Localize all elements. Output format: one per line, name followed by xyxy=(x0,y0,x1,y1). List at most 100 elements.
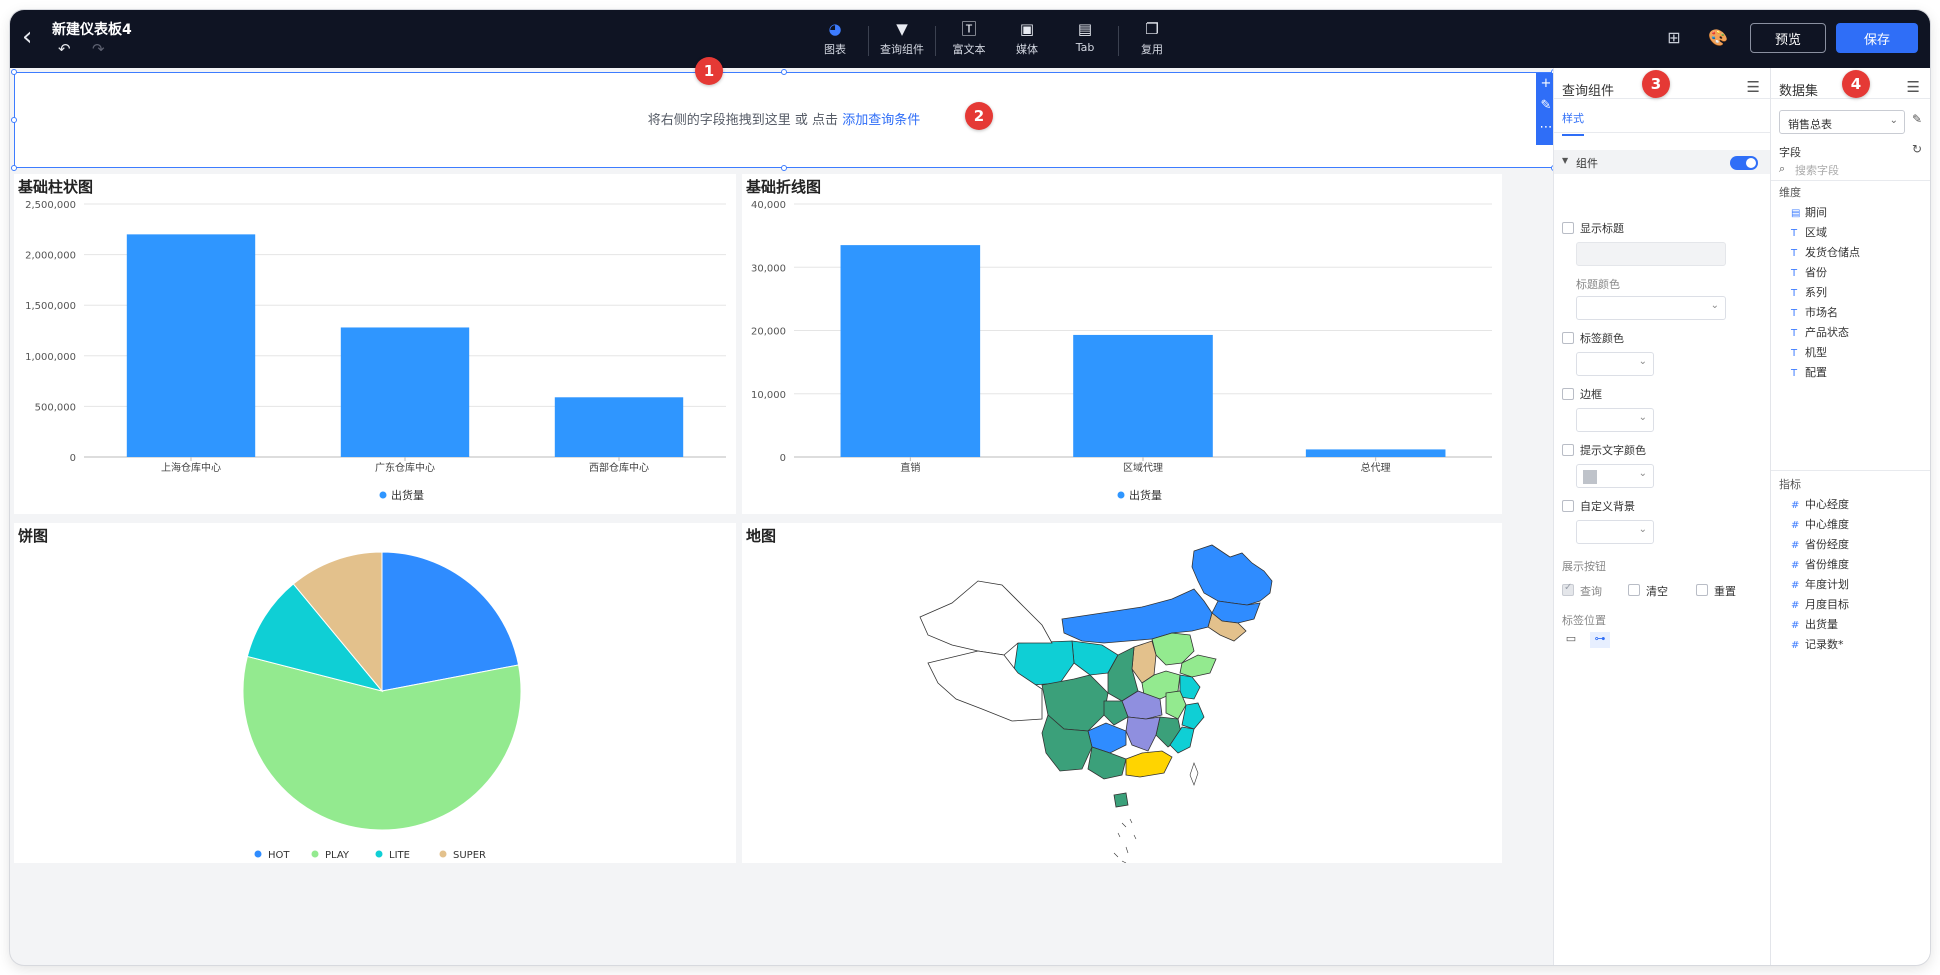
resize-handle[interactable] xyxy=(11,117,17,123)
border-checkbox[interactable] xyxy=(1562,388,1574,400)
dimension-field[interactable]: T 区域 xyxy=(1791,224,1827,240)
dimension-field[interactable]: T 配置 xyxy=(1791,364,1827,380)
layout-icon[interactable]: ⊞ xyxy=(1662,26,1686,50)
show-title-label: 显示标题 xyxy=(1580,222,1624,235)
dimension-field[interactable]: T 市场名 xyxy=(1791,304,1838,320)
bar-chart-card[interactable]: 基础柱状图 0 500,000 1,000,000 1,500,000 2,000,00… xyxy=(14,174,736,514)
measure-field[interactable]: # 中心维度 xyxy=(1791,516,1849,532)
dimension-label: 维度 xyxy=(1779,186,1801,199)
y-tick-label: 0 xyxy=(70,453,76,464)
collapse-icon[interactable]: ▼ xyxy=(1562,156,1568,165)
search-icon: ⌕ xyxy=(1779,162,1786,175)
x-tick-label: 直销 xyxy=(900,461,920,474)
measure-field-label: 省份维度 xyxy=(1805,558,1849,571)
border-label: 边框 xyxy=(1580,388,1602,401)
title-input[interactable] xyxy=(1576,242,1726,266)
label-left-icon[interactable]: ⊶ xyxy=(1590,632,1610,648)
dataset-panel: 数据集 ☰ 销售总表 ⌄ ✎ 字段 ↻ ⌕ 搜索字段 维度 ▤ 期间 T 区域 T发… xyxy=(1770,68,1930,965)
map-region-guangxi xyxy=(1087,746,1127,780)
title-color-select[interactable]: ⌄ xyxy=(1576,296,1726,320)
tool-tab-label: Tab xyxy=(1075,41,1095,54)
preview-button[interactable]: 预览 xyxy=(1750,23,1826,53)
dimension-field[interactable]: T 系列 xyxy=(1791,284,1827,300)
save-button[interactable]: 保存 xyxy=(1836,23,1918,53)
measure-field[interactable]: # 年度计划 xyxy=(1791,576,1849,592)
resize-handle[interactable] xyxy=(781,69,787,75)
tool-reuse[interactable]: ❐ 复用 xyxy=(1123,18,1181,62)
tool-richtext[interactable]: 🅃 富文本 xyxy=(940,18,998,62)
undo-icon[interactable]: ↶ xyxy=(58,40,71,58)
dimension-field[interactable]: T 发货仓储点 xyxy=(1791,244,1860,260)
badge-2: 2 xyxy=(965,102,993,130)
dimension-field[interactable]: ▤ 期间 xyxy=(1791,204,1827,220)
dataset-select-value: 销售总表 xyxy=(1788,118,1832,131)
x-tick-label: 区域代理 xyxy=(1123,461,1163,474)
border-select[interactable]: ⌄ xyxy=(1576,408,1654,432)
measure-field[interactable]: # 出货量 xyxy=(1791,616,1838,632)
query-button-checkbox[interactable] xyxy=(1562,582,1574,596)
dimension-field[interactable]: T 省份 xyxy=(1791,264,1827,280)
measure-field[interactable]: # 中心经度 xyxy=(1791,496,1849,512)
hint-color-select[interactable]: ⌄ xyxy=(1576,464,1654,488)
dimension-field[interactable]: T 产品状态 xyxy=(1791,324,1849,340)
reset-button-checkbox[interactable] xyxy=(1696,584,1708,596)
dimension-field-label: 机型 xyxy=(1805,346,1827,359)
measure-field-label: 中心经度 xyxy=(1805,498,1849,511)
y-tick-label: 40,000 xyxy=(751,200,786,211)
hint-color-checkbox[interactable] xyxy=(1562,444,1574,456)
map-chart-card[interactable]: 地图 xyxy=(742,523,1502,863)
dimension-field-label: 配置 xyxy=(1805,366,1827,379)
measure-field[interactable]: # 省份维度 xyxy=(1791,556,1849,572)
dimension-field-label: 区域 xyxy=(1805,226,1827,239)
filter-icon: ▼ xyxy=(896,20,908,38)
palette-icon[interactable]: 🎨 xyxy=(1706,26,1730,50)
tool-chart[interactable]: ◕ 图表 xyxy=(806,18,864,62)
label-color-select[interactable]: ⌄ xyxy=(1576,352,1654,376)
custom-bg-label: 自定义背景 xyxy=(1580,500,1635,513)
label-color-checkbox[interactable] xyxy=(1562,332,1574,344)
query-component-area[interactable]: 将右侧的字段拖拽到这里 或 点击 添加查询条件 + ✎ ⋯ xyxy=(11,69,1557,171)
show-title-checkbox[interactable] xyxy=(1562,222,1574,234)
menu-icon[interactable]: ☰ xyxy=(1907,78,1920,96)
map-region-heilongjiang xyxy=(1191,544,1273,606)
measure-field-label: 年度计划 xyxy=(1805,578,1849,591)
dashboard-title[interactable]: 新建仪表板4 xyxy=(52,19,132,39)
tool-tab[interactable]: ▤ Tab xyxy=(1056,18,1114,62)
resize-handle[interactable] xyxy=(11,165,17,171)
component-toggle[interactable] xyxy=(1730,156,1758,170)
redo-icon[interactable]: ↷ xyxy=(92,40,105,58)
label-top-icon[interactable]: ▭ xyxy=(1562,632,1580,648)
measure-field-label: 月度目标 xyxy=(1805,598,1849,611)
custom-bg-select[interactable]: ⌄ xyxy=(1576,520,1654,544)
dimension-field[interactable]: T 机型 xyxy=(1791,344,1827,360)
measure-field[interactable]: # 省份经度 xyxy=(1791,536,1849,552)
tool-query[interactable]: ▼ 查询组件 xyxy=(873,18,931,62)
measure-field[interactable]: # 记录数* xyxy=(1791,636,1844,652)
add-query-condition-link[interactable]: 添加查询条件 xyxy=(842,113,920,128)
refresh-icon[interactable]: ↻ xyxy=(1912,142,1922,156)
map-region-hainan xyxy=(1113,792,1129,808)
measure-field-label: 省份经度 xyxy=(1805,538,1849,551)
line-chart-card[interactable]: 基础折线图 0 10,000 20,000 30,000 40,000 直销 区域代理 总代理… xyxy=(742,174,1502,514)
text-type-icon: T xyxy=(1791,228,1798,239)
pie-chart-card[interactable]: 饼图 HOT PLAY LITE SUPER xyxy=(14,523,736,863)
panel3-title: 查询组件 xyxy=(1562,84,1615,99)
dataset-select[interactable]: 销售总表 ⌄ xyxy=(1779,110,1905,134)
resize-handle[interactable] xyxy=(11,69,17,75)
badge-3: 3 xyxy=(1642,70,1670,98)
menu-icon[interactable]: ☰ xyxy=(1747,78,1760,96)
clear-button-checkbox[interactable] xyxy=(1628,584,1640,596)
edit-icon[interactable]: ✎ xyxy=(1912,112,1922,126)
legend-marker xyxy=(254,850,262,858)
custom-bg-checkbox[interactable] xyxy=(1562,500,1574,512)
search-field-input[interactable]: 搜索字段 xyxy=(1795,162,1839,178)
y-tick-label: 2,500,000 xyxy=(25,200,76,211)
measure-field[interactable]: # 月度目标 xyxy=(1791,596,1849,612)
app-window: ‹ 新建仪表板4 ↶ ↷ ◕ 图表 ▼ 查询组件 🅃 富文本 ▣ 媒体 ▤ Ta… xyxy=(10,10,1930,965)
resize-handle[interactable] xyxy=(781,165,787,171)
component-section[interactable]: ▼ 组件 xyxy=(1554,150,1770,174)
back-icon[interactable]: ‹ xyxy=(22,24,46,52)
dimension-field-label: 市场名 xyxy=(1805,306,1838,319)
tool-media[interactable]: ▣ 媒体 xyxy=(998,18,1056,62)
legend-label: 出货量 xyxy=(391,488,424,502)
